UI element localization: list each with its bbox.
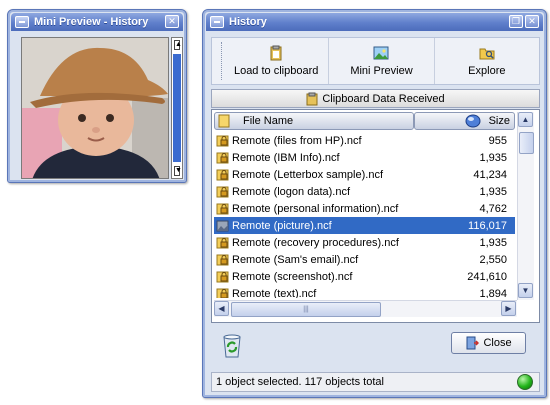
file-size: 1,894 [479,287,507,299]
clipboard-icon [270,45,282,61]
file-name: Remote (personal information).ncf [232,202,399,215]
file-size: 955 [488,134,507,147]
scroll-up-icon[interactable]: ▲ [174,40,182,50]
file-name: Remote (picture).ncf [232,219,332,232]
file-name-column-label: File Name [243,115,294,127]
column-header-file-name[interactable]: File Name [214,112,414,130]
file-size: 41,234 [473,168,507,181]
file-name: Remote (files from HP).ncf [232,134,362,147]
lock-file-icon [216,254,229,265]
table-row[interactable]: Remote (Letterbox sample).ncf 41,234 [214,166,515,183]
exit-door-icon [466,336,480,350]
file-size: 4,762 [479,202,507,215]
explore-button[interactable]: Explore [435,38,539,84]
file-size: 1,935 [479,185,507,198]
file-name: Remote (text).ncf [232,287,317,299]
file-name: Remote (logon data).ncf [232,185,351,198]
close-icon[interactable]: ✕ [165,15,179,28]
lock-file-icon [216,135,229,146]
preview-image [21,37,169,179]
recycle-bin-icon[interactable] [217,330,247,360]
status-bar: 1 object selected. 117 objects total [211,372,540,392]
clipboard-icon [306,92,318,105]
lock-file-icon [216,169,229,180]
scroll-thumb[interactable] [173,54,181,162]
close-icon[interactable]: ✕ [525,15,539,28]
file-size: 1,935 [479,151,507,164]
mini-preview-label: Mini Preview [350,65,413,77]
file-size: 116,017 [468,219,507,232]
lock-file-icon [216,237,229,248]
status-text: 1 object selected. 117 objects total [216,376,384,388]
lock-file-icon [216,288,229,298]
restore-icon[interactable]: ❐ [509,15,523,28]
mini-preview-titlebar[interactable]: Mini Preview - History ✕ [11,13,183,31]
file-name: Remote (Letterbox sample).ncf [232,168,384,181]
vertical-scrollbar[interactable]: ▲ ▼ [517,112,534,300]
history-titlebar[interactable]: History ❐ ✕ [206,13,543,31]
table-row[interactable]: Remote (logon data).ncf 1,935 [214,183,515,200]
explore-folder-icon [479,48,495,60]
column-header: File Name Size [214,112,515,130]
file-name: Remote (IBM Info).ncf [232,151,340,164]
mini-preview-window: Mini Preview - History ✕ ▲ ▼ [7,9,187,183]
mini-preview-button[interactable]: Mini Preview [329,38,435,84]
table-row[interactable]: Remote (IBM Info).ncf 1,935 [214,149,515,166]
lock-file-icon [216,203,229,214]
horizontal-scroll-thumb[interactable]: ||| [231,302,381,317]
scroll-up-icon[interactable]: ▲ [518,112,533,127]
scroll-right-icon[interactable]: ▶ [501,301,516,316]
table-row[interactable]: Remote (screenshot).ncf 241,610 [214,268,515,285]
column-header-size[interactable]: Size [414,112,515,130]
history-title: History [229,16,267,28]
horizontal-scrollbar[interactable]: ◀ ||| ▶ [214,300,517,317]
table-row[interactable]: Remote (Sam's email).ncf 2,550 [214,251,515,268]
scroll-down-icon[interactable]: ▼ [518,283,533,298]
toolbar-grip[interactable] [214,42,222,80]
file-size: 2,550 [479,253,507,266]
mini-preview-title: Mini Preview - History [34,16,149,28]
close-button-label: Close [483,337,512,349]
lock-file-icon [216,152,229,163]
scroll-left-icon[interactable]: ◀ [214,301,229,316]
file-name: Remote (Sam's email).ncf [232,253,359,266]
table-row[interactable]: Remote (recovery procedures).ncf 1,935 [214,234,515,251]
toolbar: Load to clipboard Mini Preview Explore [211,37,540,85]
lock-file-icon [216,271,229,282]
picture-icon [373,46,389,60]
lock-file-icon [216,186,229,197]
disk-icon [465,114,481,128]
status-led-icon [517,374,533,390]
window-menu-icon[interactable] [15,16,29,28]
vertical-scroll-thumb[interactable] [519,132,534,154]
table-row[interactable]: Remote (text).ncf 1,894 [214,285,515,298]
window-menu-icon[interactable] [210,16,224,28]
load-to-clipboard-button[interactable]: Load to clipboard [224,38,330,84]
history-window: History ❐ ✕ Load to clipboard Mini Previ… [202,9,547,398]
close-button[interactable]: Close [451,332,526,354]
file-icon [218,114,230,128]
explore-label: Explore [468,65,506,77]
file-size: 241,610 [467,270,507,283]
preview-scrollbar[interactable]: ▲ ▼ [171,37,183,179]
history-file-list: File Name Size Remote (files from HP).nc… [211,109,540,323]
file-name: Remote (screenshot).ncf [232,270,353,283]
size-column-label: Size [488,115,510,127]
clipboard-header: Clipboard Data Received [211,89,540,108]
clipboard-header-label: Clipboard Data Received [322,92,445,105]
file-rows: Remote (files from HP).ncf 955 Remote (IBM… [214,132,515,298]
table-row[interactable]: Remote (personal information).ncf 4,762 [214,200,515,217]
picture-file-icon [216,220,229,231]
table-row[interactable]: Remote (picture).ncf 116,017 [214,217,515,234]
file-name: Remote (recovery procedures).ncf [232,236,399,249]
load-to-clipboard-label: Load to clipboard [233,65,319,77]
table-row[interactable]: Remote (files from HP).ncf 955 [214,132,515,149]
file-size: 1,935 [479,236,507,249]
scroll-down-icon[interactable]: ▼ [174,166,182,176]
